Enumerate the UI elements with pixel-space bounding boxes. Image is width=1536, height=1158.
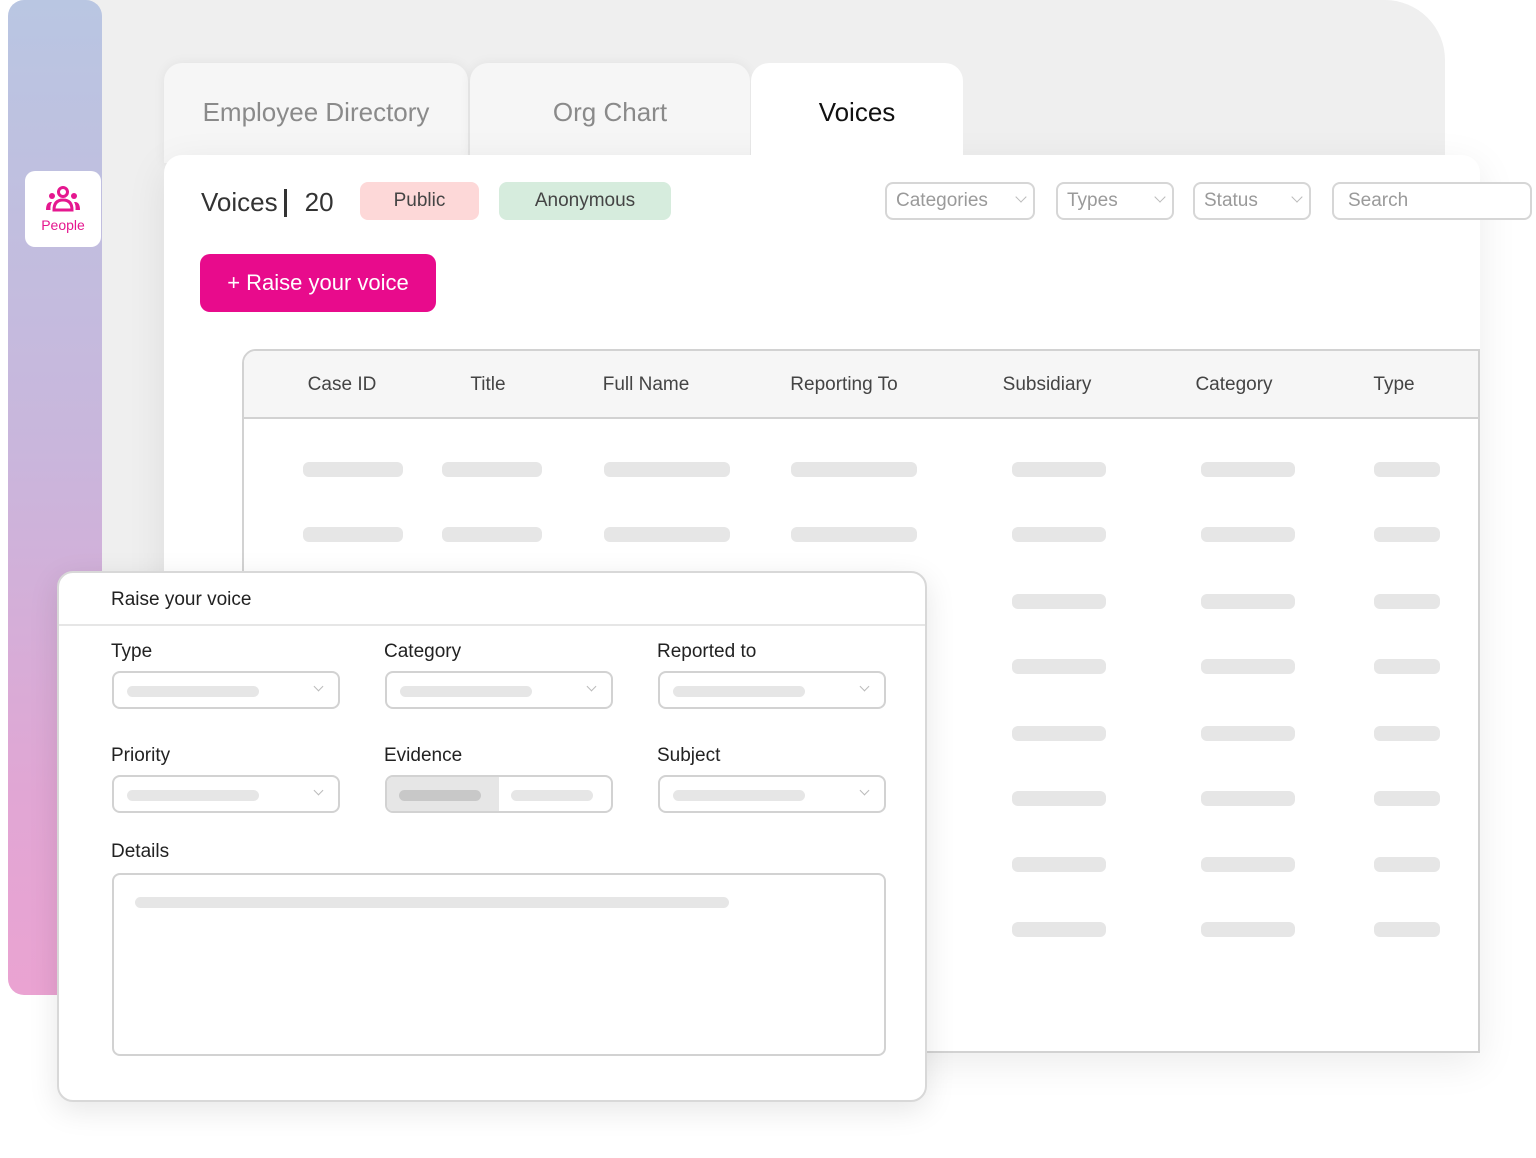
public-filter-pill[interactable]: Public — [360, 182, 479, 220]
raise-voice-modal: Raise your voice Type Category Reported … — [57, 571, 927, 1102]
evidence-label: Evidence — [384, 745, 463, 766]
sidebar-item-people[interactable]: People — [25, 171, 101, 247]
cell-skeleton — [1374, 922, 1440, 937]
cell-skeleton — [604, 527, 730, 542]
placeholder-skeleton — [399, 790, 481, 801]
tab-label: Voices — [818, 97, 896, 127]
placeholder-skeleton — [127, 686, 259, 697]
cell-skeleton — [1374, 527, 1440, 542]
voices-count: 20 — [304, 187, 334, 217]
placeholder-skeleton — [673, 790, 805, 801]
cell-skeleton — [1374, 726, 1440, 741]
placeholder-skeleton — [127, 790, 259, 801]
cell-skeleton — [791, 462, 917, 477]
category-select[interactable] — [385, 671, 613, 709]
cell-skeleton — [1012, 462, 1106, 477]
cell-skeleton — [1374, 659, 1440, 674]
chevron-down-icon — [859, 785, 870, 796]
tab-employee-directory[interactable]: Employee Directory — [164, 63, 468, 163]
cell-skeleton — [604, 462, 730, 477]
cell-skeleton — [1012, 857, 1106, 872]
cell-skeleton — [1201, 594, 1295, 609]
anonymous-filter-pill[interactable]: Anonymous — [499, 182, 671, 220]
chevron-down-icon — [313, 681, 324, 692]
chevron-down-icon — [313, 785, 324, 796]
tab-label: Employee Directory — [202, 97, 430, 127]
status-dropdown-label: Status — [1204, 190, 1258, 211]
category-label: Category — [384, 641, 462, 662]
chevron-down-icon — [1291, 191, 1303, 203]
type-label: Type — [111, 641, 153, 662]
reported-to-select[interactable] — [658, 671, 886, 709]
cell-skeleton — [1201, 857, 1295, 872]
type-select[interactable] — [112, 671, 340, 709]
page-title-text: Voices — [201, 187, 278, 217]
evidence-option-2[interactable] — [499, 777, 611, 811]
cell-skeleton — [303, 527, 403, 542]
categories-dropdown-label: Categories — [896, 190, 988, 211]
chevron-down-icon — [1015, 191, 1027, 203]
search-input[interactable]: Search — [1332, 182, 1532, 220]
cell-skeleton — [1374, 594, 1440, 609]
chevron-down-icon — [1154, 191, 1166, 203]
cell-skeleton — [1201, 462, 1295, 477]
categories-dropdown[interactable]: Categories — [885, 182, 1035, 220]
column-header-title[interactable]: Title — [470, 374, 505, 396]
modal-title: Raise your voice — [59, 573, 925, 626]
placeholder-skeleton — [135, 897, 729, 908]
page-title: Voices 20 — [201, 187, 334, 218]
column-header-category[interactable]: Category — [1195, 374, 1272, 396]
column-header-subsidiary[interactable]: Subsidiary — [1003, 374, 1092, 396]
title-divider — [283, 188, 287, 217]
raise-your-voice-button[interactable]: + Raise your voice — [200, 254, 436, 312]
types-dropdown-label: Types — [1067, 190, 1118, 211]
cell-skeleton — [1201, 726, 1295, 741]
cell-skeleton — [442, 527, 542, 542]
cell-skeleton — [1012, 659, 1106, 674]
cell-skeleton — [1012, 726, 1106, 741]
cell-skeleton — [442, 462, 542, 477]
column-header-full-name[interactable]: Full Name — [603, 374, 690, 396]
cell-skeleton — [1374, 857, 1440, 872]
tab-label: Org Chart — [552, 97, 668, 127]
chevron-down-icon — [586, 681, 597, 692]
evidence-option-1[interactable] — [387, 777, 499, 811]
table-header: Case ID Title Full Name Reporting To Sub… — [244, 351, 1478, 419]
column-header-case-id[interactable]: Case ID — [308, 374, 377, 396]
types-dropdown[interactable]: Types — [1056, 182, 1174, 220]
priority-select[interactable] — [112, 775, 340, 813]
status-dropdown[interactable]: Status — [1193, 182, 1311, 220]
cell-skeleton — [1201, 791, 1295, 806]
reported-to-label: Reported to — [657, 641, 757, 662]
sidebar-item-label: People — [41, 217, 85, 233]
cell-skeleton — [1374, 791, 1440, 806]
details-textarea[interactable] — [112, 873, 886, 1056]
cell-skeleton — [1012, 527, 1106, 542]
search-placeholder: Search — [1348, 190, 1409, 211]
cell-skeleton — [1012, 922, 1106, 937]
column-header-reporting-to[interactable]: Reporting To — [790, 374, 897, 396]
chevron-down-icon — [859, 681, 870, 692]
tab-org-chart[interactable]: Org Chart — [470, 63, 750, 163]
cell-skeleton — [1201, 922, 1295, 937]
priority-label: Priority — [111, 745, 171, 766]
details-label: Details — [111, 841, 170, 862]
cell-skeleton — [303, 462, 403, 477]
cell-skeleton — [1012, 594, 1106, 609]
placeholder-skeleton — [673, 686, 805, 697]
people-icon — [46, 186, 80, 212]
cell-skeleton — [1201, 659, 1295, 674]
cell-skeleton — [1201, 527, 1295, 542]
placeholder-skeleton — [511, 790, 593, 801]
cell-skeleton — [1374, 462, 1440, 477]
subject-select[interactable] — [658, 775, 886, 813]
cell-skeleton — [791, 527, 917, 542]
tab-voices[interactable]: Voices — [751, 63, 963, 173]
subject-label: Subject — [657, 745, 721, 766]
column-header-type[interactable]: Type — [1373, 374, 1414, 396]
placeholder-skeleton — [400, 686, 532, 697]
cell-skeleton — [1012, 791, 1106, 806]
evidence-toggle — [385, 775, 613, 813]
